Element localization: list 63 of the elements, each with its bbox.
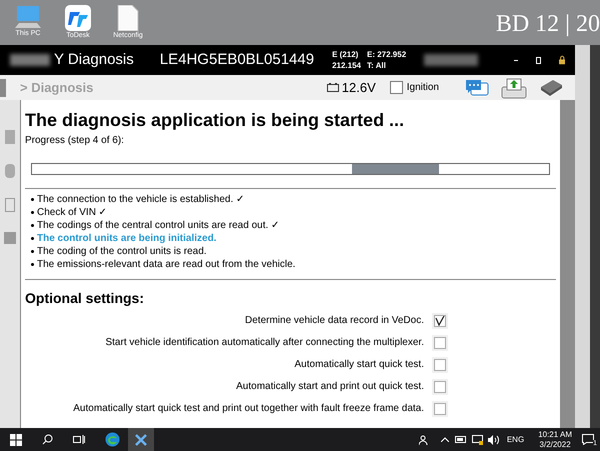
windows-start-icon[interactable] [10, 434, 22, 446]
monitor-icon [15, 5, 41, 29]
option-label: Automatically start quick test. [294, 358, 424, 372]
bullet-icon [31, 198, 34, 201]
option-label: Automatically start quick test and print out together with fault freeze frame data. [73, 402, 424, 416]
window-title: Y Diagnosis [54, 51, 134, 69]
option-label: Determine vehicle data record in VeDoc. [245, 314, 424, 328]
notification-icon[interactable] [582, 434, 594, 445]
blurred-area [424, 54, 478, 66]
bullet-icon [31, 263, 34, 266]
maximize-button[interactable] [536, 56, 541, 64]
step-text: Check of VIN ✓ [37, 206, 107, 220]
wallpaper-text: BD 12 | 20 [496, 10, 600, 39]
step-text: The codings of the central control units are read out. ✓ [37, 219, 280, 233]
blurred-area [10, 54, 50, 66]
sidebar-tab[interactable] [0, 78, 6, 96]
browser-icon[interactable] [105, 432, 120, 447]
battery-icon[interactable] [454, 436, 467, 443]
battery-icon [326, 83, 339, 92]
step-text: The emissions-relevant data are read out from the vehicle. [37, 258, 296, 272]
document-icon [117, 5, 139, 31]
vehicle-info-text: E (212) [332, 49, 360, 60]
vin-text: LE4HG5EB0BL051449 [160, 50, 314, 70]
step-text: The connection to the vehicle is established. ✓ [37, 193, 244, 207]
vehicle-info-text: E: 272.952 [367, 49, 406, 60]
voltage-reading: 12.6V [342, 78, 376, 97]
check-mark-icon [435, 316, 445, 326]
app-taskbar-button[interactable] [128, 428, 154, 451]
option-label: Start vehicle identification automatically after connecting the multiplexer. [105, 336, 424, 350]
option-checkbox[interactable] [432, 334, 448, 350]
x-logo-icon [135, 434, 147, 446]
language-indicator[interactable]: ENG [506, 434, 524, 446]
section-heading: Optional settings: [25, 289, 145, 308]
ignition-checkbox[interactable] [390, 81, 403, 94]
option-checkbox[interactable] [432, 356, 448, 372]
option-checkbox[interactable] [432, 312, 448, 328]
step-text: The coding of the control units is read. [37, 245, 207, 259]
clock-date: 3/2/2022 [540, 440, 571, 450]
ignition-label: Ignition [406, 81, 439, 95]
bullet-icon [31, 211, 34, 214]
option-label: Automatically start and print out quick test. [236, 380, 424, 394]
vehicle-info-text: 212.154 [332, 60, 361, 71]
book-icon[interactable] [539, 78, 563, 96]
bullet-icon [31, 224, 34, 227]
search-icon[interactable] [42, 434, 53, 445]
printer-icon[interactable] [501, 76, 527, 98]
bullet-icon [31, 237, 34, 240]
clock[interactable]: 10:21 AM 3/2/2022 [538, 430, 572, 450]
chat-icon[interactable] [465, 78, 489, 98]
clock-time: 10:21 AM [538, 430, 572, 440]
volume-icon[interactable] [488, 434, 499, 444]
progress-label: Progress (step 4 of 6): [25, 134, 125, 148]
chevron-up-icon[interactable] [440, 437, 449, 442]
option-checkbox[interactable] [432, 400, 448, 416]
network-icon[interactable] [472, 434, 483, 444]
vehicle-info-text: T: All [367, 60, 387, 71]
step-text: The control units are being initialized. [37, 232, 216, 246]
app-logo-icon [65, 5, 91, 31]
heading: The diagnosis application is being started ... [25, 109, 406, 131]
task-view-icon[interactable] [73, 434, 85, 445]
option-checkbox[interactable] [432, 378, 448, 394]
bullet-icon [31, 250, 34, 253]
breadcrumb: > Diagnosis [20, 78, 94, 97]
